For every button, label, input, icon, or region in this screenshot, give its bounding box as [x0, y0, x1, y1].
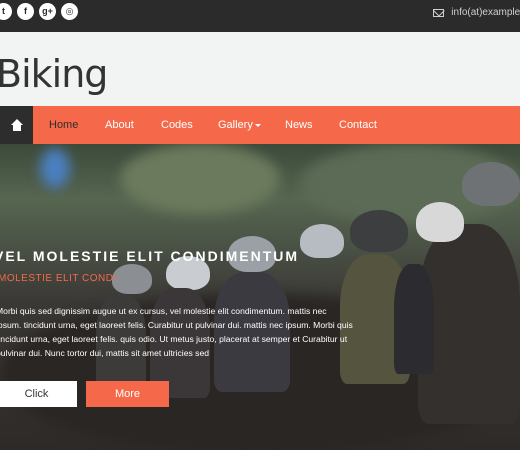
hero-subtitle: MOLESTIE ELIT CONDI [0, 273, 117, 284]
nav-news[interactable]: News [285, 106, 313, 144]
facebook-icon[interactable]: f [17, 3, 34, 20]
nav-gallery[interactable]: Gallery [218, 106, 261, 144]
nav-codes[interactable]: Codes [161, 106, 193, 144]
email-text[interactable]: info(at)example.c [451, 7, 520, 18]
chevron-down-icon [254, 123, 261, 127]
nav-gallery-label: Gallery [218, 119, 253, 131]
click-button[interactable]: Click [0, 381, 77, 407]
home-icon [10, 119, 23, 131]
main-navigation: Home About Codes Gallery News Contact [0, 106, 520, 144]
mail-icon [433, 8, 445, 17]
hero-title: VEL MOLESTIE ELIT CONDIMENTUM [0, 248, 300, 264]
hero-text: Morbi quis sed dignissim augue ut ex cur… [0, 306, 353, 358]
site-logo[interactable]: Biking [0, 52, 108, 96]
twitter-icon[interactable]: t [0, 3, 12, 20]
hero-banner: VEL MOLESTIE ELIT CONDIMENTUM MOLESTIE E… [0, 144, 520, 450]
contact-email: info(at)example.c [433, 7, 520, 18]
google-plus-icon[interactable]: g+ [39, 3, 56, 20]
social-links: t f g+ ◎ [0, 3, 78, 20]
nav-contact[interactable]: Contact [339, 106, 377, 144]
dribbble-icon[interactable]: ◎ [61, 3, 78, 20]
nav-home[interactable]: Home [49, 106, 78, 144]
nav-about[interactable]: About [105, 106, 134, 144]
more-button[interactable]: More [86, 381, 169, 407]
site-header: Biking [0, 32, 520, 106]
home-button[interactable] [0, 106, 33, 144]
top-bar: t f g+ ◎ info(at)example.c [0, 0, 520, 32]
